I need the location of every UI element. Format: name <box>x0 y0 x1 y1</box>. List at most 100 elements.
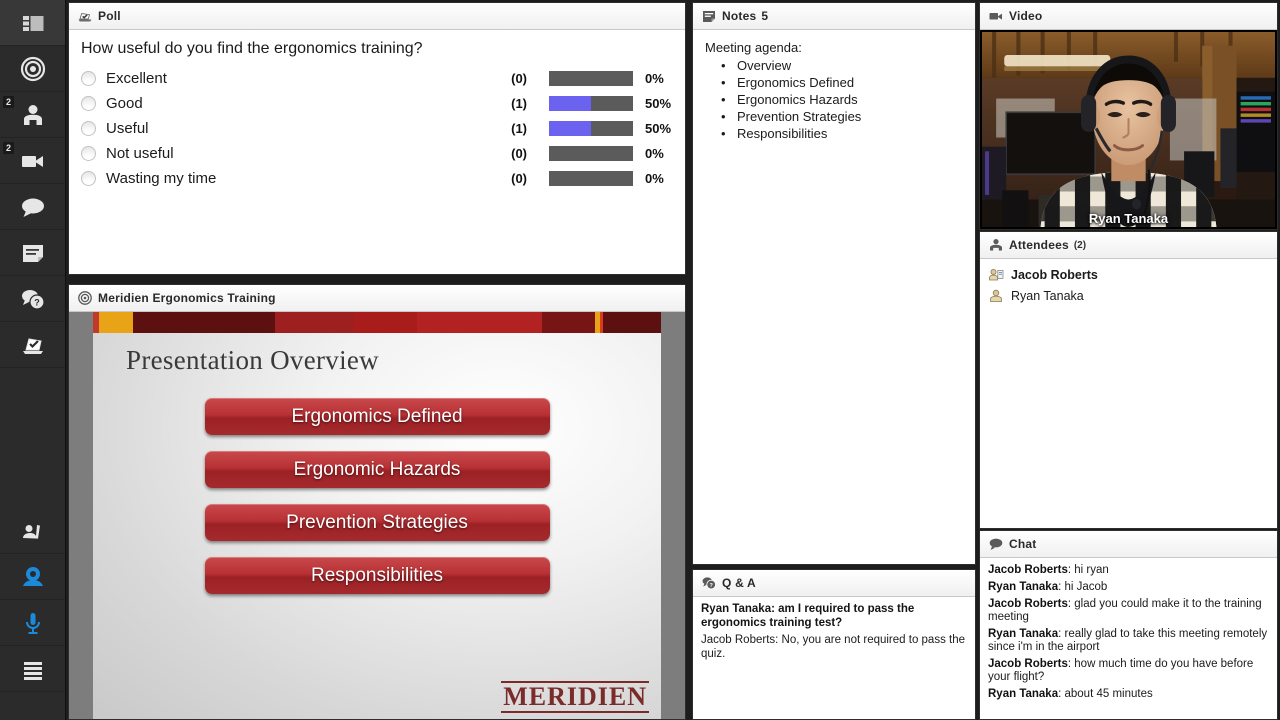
radio-button[interactable] <box>81 71 96 86</box>
poll-option-row[interactable]: Useful (1) 50% <box>69 116 685 141</box>
qa-panel-header: ? Q & A <box>693 570 975 597</box>
poll-icon <box>78 12 92 22</box>
chat-message: Ryan Tanaka: really glad to take this me… <box>988 628 1268 653</box>
sidebar-item-menu[interactable] <box>0 646 65 692</box>
attendee-name: Jacob Roberts <box>1011 267 1098 282</box>
qa-icon: ? <box>702 577 717 590</box>
sidebar-item-notes[interactable] <box>0 230 65 276</box>
attendee-row-host[interactable]: Jacob Roberts <box>982 264 1275 285</box>
menu-icon <box>23 661 42 680</box>
chat-text: about 45 minutes <box>1064 688 1153 700</box>
poll-option-count: (1) <box>511 121 527 136</box>
video-panel-header: Video <box>980 3 1277 30</box>
video-camera-icon <box>21 155 43 167</box>
video-stage[interactable]: Ryan Tanaka <box>980 30 1277 229</box>
sidebar-item-microphone[interactable] <box>0 600 65 646</box>
attendees-panel-title: Attendees <box>1009 238 1069 252</box>
presenter-icon <box>989 268 1004 280</box>
video-speaker-name: Ryan Tanaka <box>1088 211 1169 226</box>
target-icon <box>78 291 92 305</box>
poll-option-row[interactable]: Good (1) 50% <box>69 91 685 116</box>
attendees-panel: Attendees (2) Jacob Roberts Ryan Tanaka <box>979 231 1278 529</box>
chat-sender: Jacob Roberts <box>988 598 1068 610</box>
attendees-panel-header: Attendees (2) <box>980 232 1277 259</box>
chat-sender: Ryan Tanaka <box>988 581 1059 593</box>
participant-icon <box>990 289 1002 302</box>
qa-answer: Jacob Roberts: No, you are not required … <box>701 634 966 660</box>
attendees-list: Jacob Roberts Ryan Tanaka <box>980 259 1277 311</box>
sidebar-item-target[interactable] <box>0 46 65 92</box>
sidebar-item-poll[interactable] <box>0 322 65 368</box>
sidebar-item-layout[interactable] <box>0 0 65 46</box>
microphone-icon <box>25 612 40 634</box>
notes-body[interactable]: Meeting agenda: Overview Ergonomics Defi… <box>693 30 975 150</box>
poll-option-count: (0) <box>511 71 527 86</box>
poll-option-percent: 0% <box>645 146 664 161</box>
poll-option-bar <box>549 121 633 136</box>
layout-icon <box>22 15 43 31</box>
slide-button-ergonomics-defined[interactable]: Ergonomics Defined <box>204 398 550 435</box>
presentation-panel-header: Meridien Ergonomics Training <box>69 285 685 312</box>
slide-title: Presentation Overview <box>126 345 379 375</box>
chat-sender: Ryan Tanaka <box>988 628 1059 640</box>
notes-count: 5 <box>761 9 769 23</box>
chat-message: Jacob Roberts: how much time do you have… <box>988 658 1254 683</box>
radio-button[interactable] <box>81 146 96 161</box>
poll-option-row[interactable]: Excellent (0) 0% <box>69 66 685 91</box>
chat-text: hi ryan <box>1074 564 1109 576</box>
notes-panel-header: Notes 5 <box>693 3 975 30</box>
attendees-icon <box>990 239 1002 251</box>
poll-option-count: (0) <box>511 146 527 161</box>
poll-option-count: (1) <box>511 96 527 111</box>
chat-bubble-icon <box>21 198 44 217</box>
slide-button-ergonomic-hazards[interactable]: Ergonomic Hazards <box>204 451 550 488</box>
svg-text:?: ? <box>34 297 40 307</box>
notes-icon <box>703 11 715 22</box>
slide[interactable]: Presentation Overview Ergonomics Defined… <box>93 312 661 719</box>
chat-message: Ryan Tanaka: about 45 minutes <box>988 688 1153 700</box>
left-toolbar: 2 2 ? <box>0 0 66 720</box>
notes-list-item: Prevention Strategies <box>719 108 965 125</box>
meeting-app-window: 2 2 ? Poll How useful do you find the er… <box>0 0 1280 720</box>
poll-option-label: Good <box>106 95 143 112</box>
video-panel-title: Video <box>1009 9 1043 23</box>
poll-panel: Poll How useful do you find the ergonomi… <box>68 2 686 275</box>
sidebar-item-attendees[interactable]: 2 <box>0 92 65 138</box>
poll-panel-header: Poll <box>69 3 685 30</box>
chat-messages[interactable]: Jacob Roberts: hi ryan Ryan Tanaka: hi J… <box>980 558 1277 711</box>
notes-list-item: Overview <box>719 57 965 74</box>
sidebar-item-raise-hand[interactable] <box>0 508 65 554</box>
notes-icon <box>22 244 43 262</box>
radio-button[interactable] <box>81 96 96 111</box>
notes-panel: Notes 5 Meeting agenda: Overview Ergonom… <box>692 2 976 565</box>
webcam-icon <box>22 566 43 586</box>
poll-option-row[interactable]: Not useful (0) 0% <box>69 141 685 166</box>
chat-message: Jacob Roberts: hi ryan <box>988 564 1109 576</box>
qa-panel: ? Q & A Ryan Tanaka: am I required to pa… <box>692 569 976 720</box>
chat-sender: Jacob Roberts <box>988 564 1068 576</box>
poll-option-label: Not useful <box>106 145 174 162</box>
sidebar-item-chat[interactable] <box>0 184 65 230</box>
presentation-title: Meridien Ergonomics Training <box>98 291 276 305</box>
attendees-badge: 2 <box>3 96 15 108</box>
attendees-icon <box>23 104 42 125</box>
sidebar-item-webcam[interactable] <box>0 554 65 600</box>
attendee-row-participant[interactable]: Ryan Tanaka <box>982 285 1275 306</box>
slide-button-responsibilities[interactable]: Responsibilities <box>204 557 550 594</box>
notes-panel-title: Notes <box>722 9 757 23</box>
slide-button-prevention-strategies[interactable]: Prevention Strategies <box>204 504 550 541</box>
attendee-name: Ryan Tanaka <box>1011 288 1084 303</box>
radio-button[interactable] <box>81 121 96 136</box>
radio-button[interactable] <box>81 171 96 186</box>
chat-panel-header: Chat <box>980 531 1277 558</box>
sidebar-item-video[interactable]: 2 <box>0 138 65 184</box>
slide-stage: Presentation Overview Ergonomics Defined… <box>69 312 685 719</box>
slide-header-stripes <box>93 312 661 333</box>
poll-option-row[interactable]: Wasting my time (0) 0% <box>69 166 685 191</box>
poll-option-percent: 0% <box>645 171 664 186</box>
chat-sender: Ryan Tanaka <box>988 688 1059 700</box>
video-panel: Video Ryan Tanaka <box>979 2 1278 230</box>
sidebar-item-qa[interactable]: ? <box>0 276 65 322</box>
notes-list-item: Responsibilities <box>719 125 965 142</box>
poll-option-label: Useful <box>106 120 149 137</box>
